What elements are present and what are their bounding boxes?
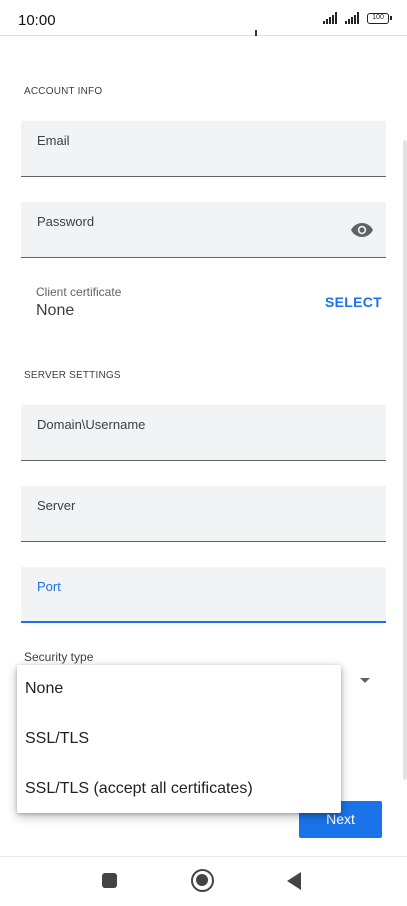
- battery-icon: 100: [367, 13, 392, 24]
- status-icons: 100: [323, 12, 392, 24]
- eye-icon[interactable]: [350, 220, 374, 240]
- appbar-divider: [0, 35, 407, 36]
- domain-username-field[interactable]: Domain\Username: [21, 405, 386, 461]
- back-icon[interactable]: [287, 872, 301, 890]
- port-field[interactable]: Port: [21, 567, 386, 623]
- server-field[interactable]: Server: [21, 486, 386, 542]
- server-settings-heading: SERVER SETTINGS: [24, 370, 121, 381]
- domain-username-label: Domain\Username: [37, 417, 146, 432]
- email-label: Email: [37, 133, 70, 148]
- email-field[interactable]: Email: [21, 121, 386, 177]
- signal-icon-2: [345, 12, 359, 24]
- port-label: Port: [37, 579, 61, 594]
- signal-icon: [323, 12, 337, 24]
- client-certificate-label: Client certificate: [36, 285, 122, 299]
- server-label: Server: [37, 498, 76, 513]
- security-option-ssl-tls[interactable]: SSL/TLS: [17, 715, 341, 763]
- navigation-bar: [0, 856, 407, 906]
- account-info-heading: ACCOUNT INFO: [24, 86, 103, 97]
- select-certificate-button[interactable]: SELECT: [325, 294, 382, 310]
- status-bar: 10:00 100: [0, 0, 407, 36]
- security-type-label: Security type: [24, 650, 94, 664]
- security-type-menu: None SSL/TLS SSL/TLS (accept all certifi…: [17, 665, 341, 813]
- scrollbar[interactable]: [403, 140, 407, 780]
- appbar-title-fragment: [255, 30, 257, 36]
- recents-icon[interactable]: [102, 873, 117, 888]
- status-time: 10:00: [18, 12, 56, 29]
- password-label: Password: [37, 214, 95, 229]
- security-option-none[interactable]: None: [17, 665, 341, 713]
- security-option-ssl-tls-accept-all[interactable]: SSL/TLS (accept all certificates): [17, 765, 341, 813]
- dropdown-arrow-icon[interactable]: [360, 678, 370, 683]
- password-field[interactable]: Password: [21, 202, 386, 258]
- client-certificate-value: None: [36, 302, 75, 319]
- home-icon[interactable]: [191, 869, 214, 892]
